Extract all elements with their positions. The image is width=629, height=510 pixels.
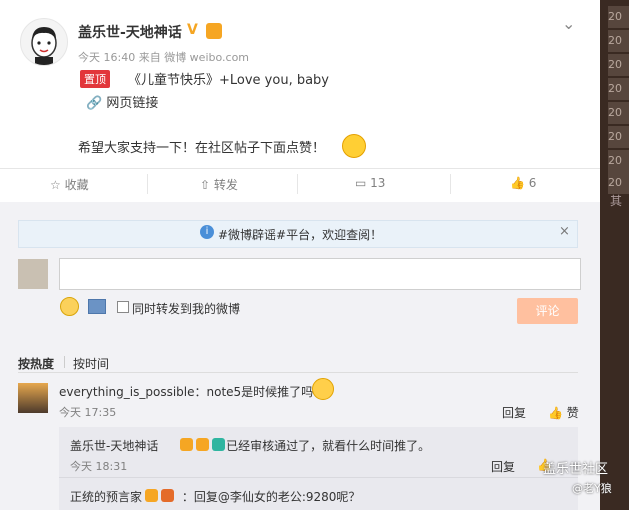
reply-button[interactable]: 回复 — [502, 404, 526, 421]
web-link[interactable]: 🔗 网页链接 — [86, 92, 158, 111]
reply-divider — [59, 477, 578, 478]
also-repost-checkbox[interactable] — [117, 301, 129, 313]
comment-like-label: 赞 — [566, 406, 579, 420]
member-crown-icon — [206, 23, 222, 39]
link-icon: 🔗 — [86, 96, 103, 111]
post-meta: 今天 16:40 来自 微博 weibo.com — [78, 51, 250, 64]
eye-badge-icon — [212, 438, 225, 451]
side-year-6[interactable]: 20 — [608, 150, 629, 172]
action-separator — [147, 174, 148, 194]
comment-text: everything_is_possible：note5是时候推了吗？ — [59, 383, 325, 400]
reply-button[interactable]: 回复 — [491, 458, 515, 475]
action-separator — [297, 174, 298, 194]
level-badge-icon — [161, 489, 174, 502]
post-author-name[interactable]: 盖乐世-天地神话 — [78, 22, 182, 42]
repost-button[interactable]: ⇧ 转发 — [200, 176, 238, 193]
favorite-label: 收藏 — [64, 178, 89, 192]
reply-text: 盖乐世-天地神话 ：已经审核通过了，就看什么时间推了。 — [70, 437, 430, 454]
like-button[interactable]: 👍 6 — [510, 176, 536, 190]
sort-separator — [64, 356, 65, 368]
side-year-3[interactable]: 20 — [608, 78, 629, 100]
cartoon-face-icon — [31, 27, 57, 65]
action-separator — [450, 174, 451, 194]
reply-time: 今天 18:31 — [70, 460, 128, 473]
comment-content: ：note5是时候推了吗？ — [194, 385, 326, 399]
thumbs-up-icon: 👍 — [548, 406, 563, 420]
sort-by-time[interactable]: 按时间 — [73, 355, 109, 372]
side-year-4[interactable]: 20 — [608, 102, 629, 124]
reply-author[interactable]: 正统的预言家 — [70, 490, 142, 504]
web-link-label: 网页链接 — [106, 96, 159, 111]
comment-button[interactable]: ▭ 13 — [355, 176, 385, 190]
favorite-button[interactable]: ☆ 收藏 — [50, 176, 89, 193]
star-icon: ☆ — [50, 178, 61, 192]
notice-text[interactable]: #微博辟谣#平台，欢迎查阅！ — [218, 226, 382, 243]
side-year-5[interactable]: 20 — [608, 126, 629, 148]
member-crown-icon — [145, 489, 158, 502]
side-panel: 20 20 20 20 20 20 20 20 其 — [600, 0, 629, 510]
current-user-avatar[interactable] — [18, 259, 48, 289]
verified-mini-icon — [180, 438, 193, 451]
repost-label: 转发 — [213, 178, 238, 192]
like-count: 6 — [528, 176, 537, 190]
reply-text: 正统的预言家 ：回复@李仙女的老公:9280呢？ — [70, 488, 360, 505]
watermark-title: 盖乐世社区 — [543, 462, 609, 477]
comment-like-button[interactable]: 👍 赞 — [548, 404, 579, 421]
comment-icon: ▭ — [355, 176, 367, 190]
post-body: 希望大家支持一下！在社区帖子下面点赞！ — [78, 141, 326, 156]
close-icon[interactable]: × — [559, 224, 570, 239]
side-year-0[interactable]: 20 — [608, 6, 629, 28]
emoji-picker-icon[interactable] — [60, 297, 79, 316]
also-repost-label[interactable]: 同时转发到我的微博 — [132, 300, 240, 317]
post-title-line: 《儿童节快乐》+Love you, baby — [128, 73, 329, 88]
heart-eyes-emoji-icon — [342, 134, 366, 158]
watermark-handle: @老Y狼 — [572, 482, 612, 495]
reply-content: ：回复@李仙女的老公:9280呢？ — [181, 490, 361, 504]
pinned-badge: 置顶 — [80, 70, 110, 88]
divider — [18, 372, 578, 373]
member-crown-icon — [196, 438, 209, 451]
submit-comment-button[interactable]: 评论 — [517, 298, 578, 324]
info-icon: i — [200, 225, 214, 239]
pray-emoji-icon — [312, 378, 334, 400]
thumbs-up-icon: 👍 — [510, 176, 525, 190]
side-year-7[interactable]: 20 — [608, 172, 629, 194]
share-icon: ⇧ — [200, 178, 211, 192]
side-year-2[interactable]: 20 — [608, 54, 629, 76]
comment-count: 13 — [370, 176, 386, 190]
sort-by-hot[interactable]: 按热度 — [18, 355, 54, 372]
image-upload-icon[interactable] — [88, 299, 106, 314]
commenter-avatar[interactable] — [18, 383, 48, 413]
user-avatar[interactable] — [20, 18, 68, 66]
side-year-1[interactable]: 20 — [608, 30, 629, 52]
comment-input[interactable] — [59, 258, 581, 290]
chevron-down-icon[interactable]: ⌄ — [562, 14, 575, 33]
commenter-name[interactable]: everything_is_possible — [59, 385, 195, 399]
comment-time: 今天 17:35 — [59, 406, 117, 419]
verified-badge: V — [187, 22, 198, 38]
reply-author[interactable]: 盖乐世-天地神话 — [70, 439, 158, 453]
side-caption: 其 — [610, 194, 623, 208]
